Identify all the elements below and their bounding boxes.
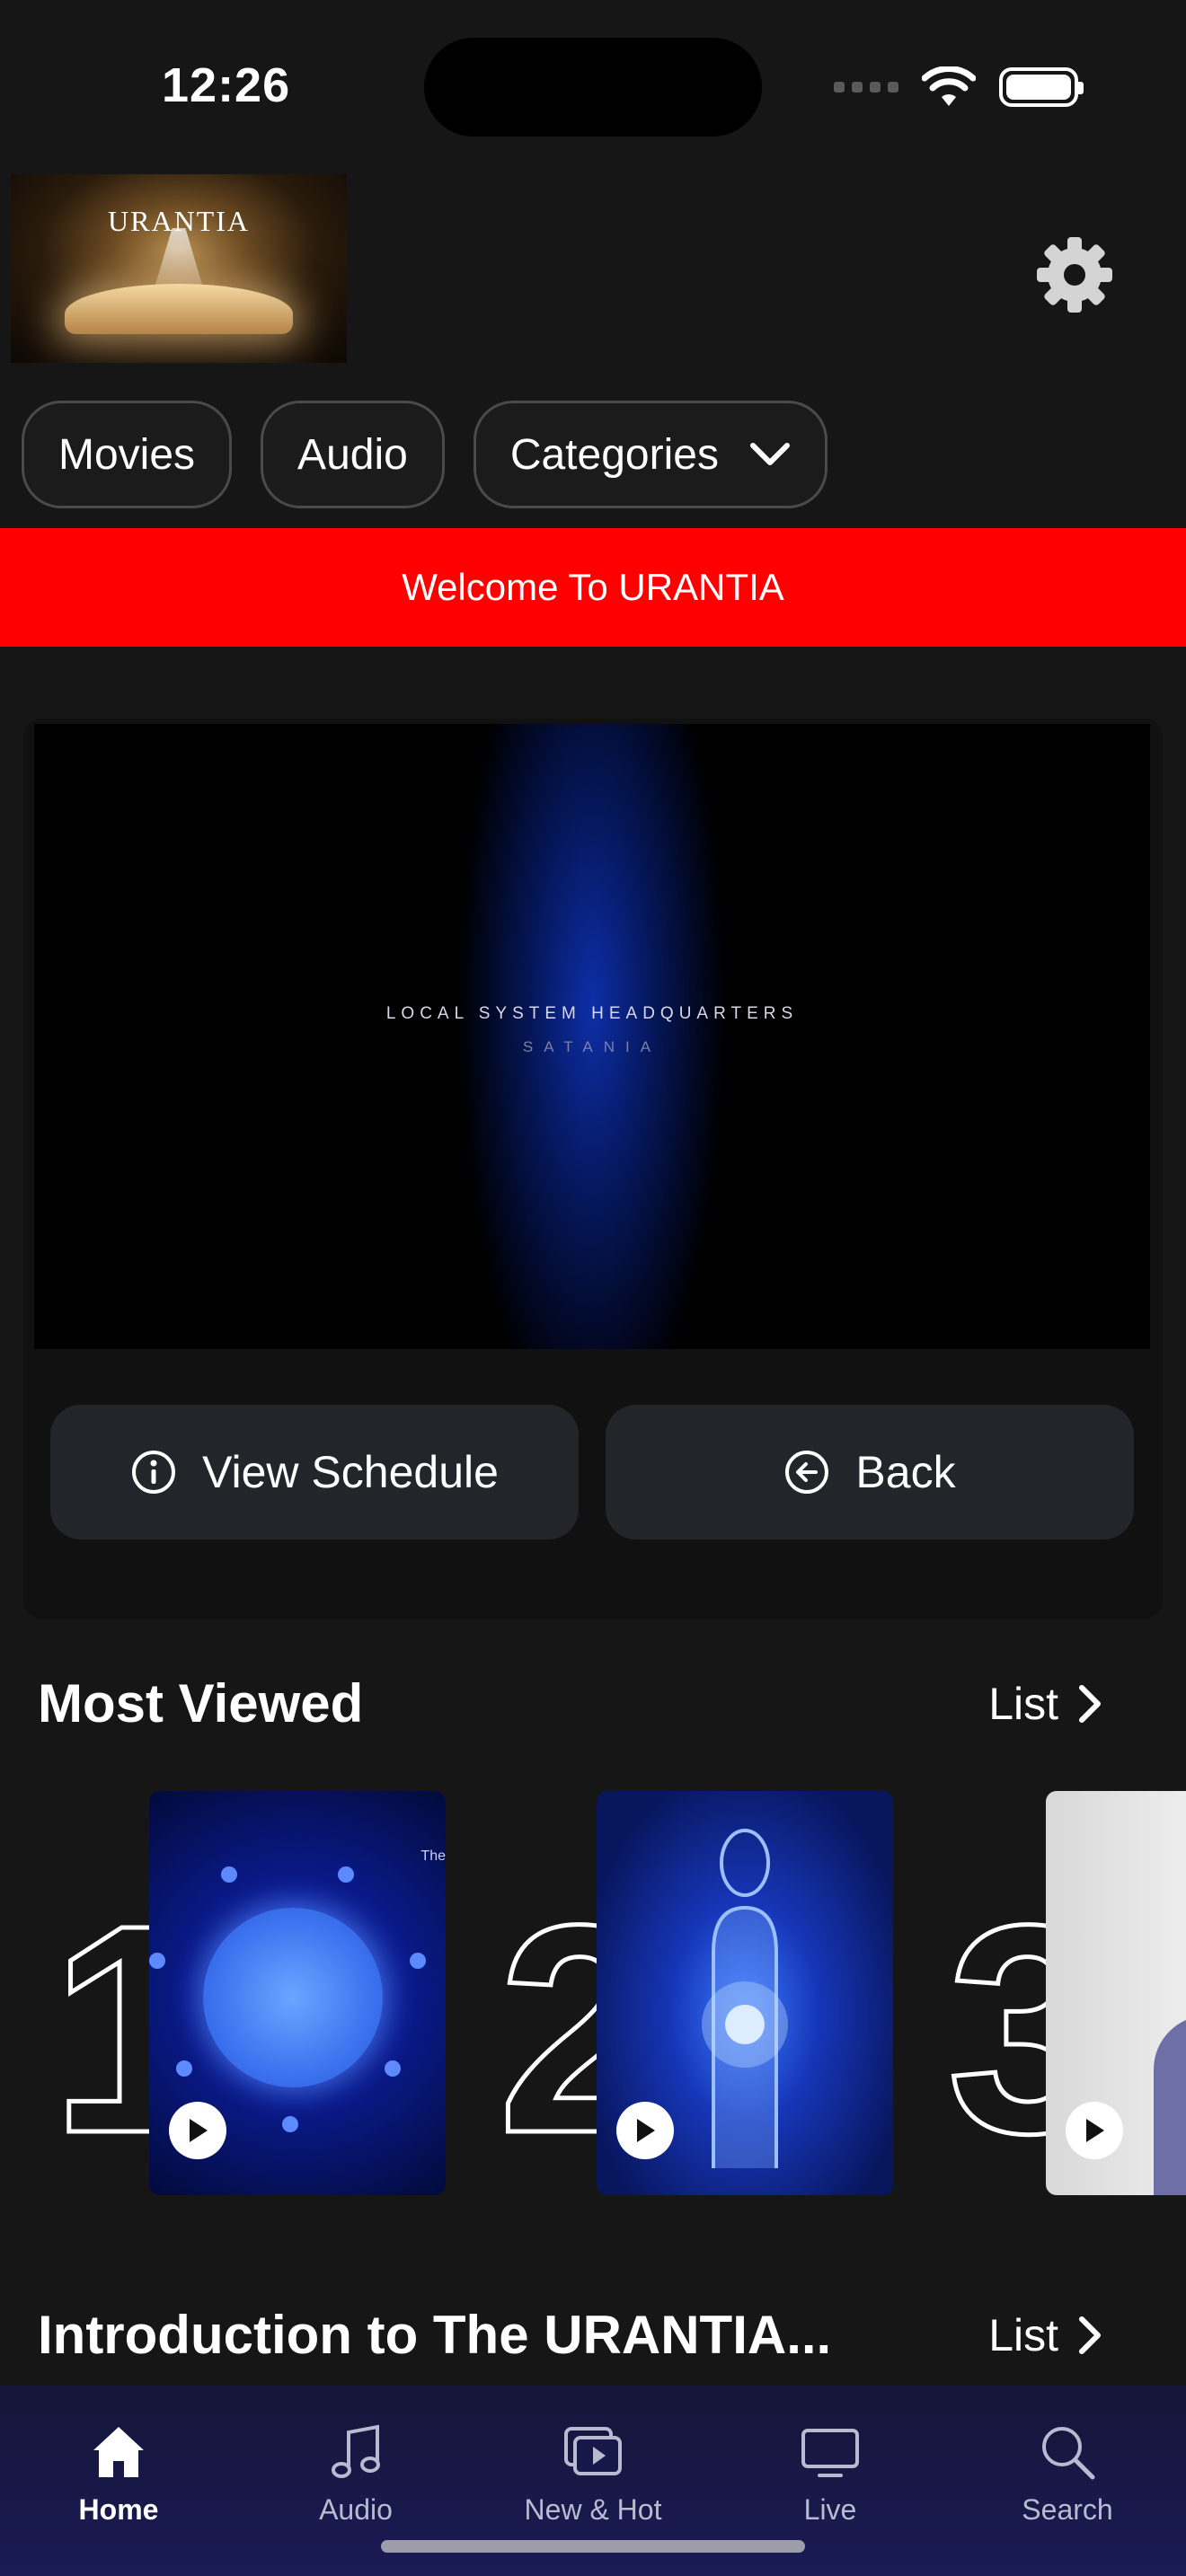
player-card: LOCAL SYSTEM HEADQUARTERS SATANIA View S… [23,719,1163,1619]
home-icon [93,2427,144,2477]
welcome-banner: Welcome To URANTIA [0,528,1186,647]
back-arrow-circle-icon [785,1451,829,1494]
home-indicator [381,2540,805,2553]
poster-thumbnail [1046,1791,1186,2195]
music-note-icon [332,2424,380,2478]
introduction-list-link[interactable]: List [988,2309,1102,2361]
orbit-dot [149,1953,165,1969]
poster-person-shape [1154,2016,1186,2195]
battery-icon [999,67,1084,107]
category-chips: Movies Audio Categories [22,401,828,508]
video-title: LOCAL SYSTEM HEADQUARTERS [385,1004,799,1023]
play-icon [190,2119,208,2142]
video-player[interactable]: LOCAL SYSTEM HEADQUARTERS SATANIA [34,724,1150,1349]
play-stack-icon [564,2427,622,2475]
wifi-icon [922,66,976,106]
tab-label: Home [78,2493,159,2526]
tab-label: Audio [319,2493,393,2526]
ranked-item[interactable]: 1 The [49,1791,446,2195]
gear-icon[interactable] [1035,235,1114,314]
orbit-dot [410,1953,426,1969]
most-viewed-list-link[interactable]: List [988,1678,1102,1730]
chip-label: Audio [297,430,408,479]
view-schedule-button[interactable]: View Schedule [50,1405,579,1539]
glowing-figure-graphic [702,1829,788,2168]
logo-book [65,284,293,334]
poster-thumbnail [597,1791,893,2195]
list-link-label: List [988,2310,1058,2360]
list-link-label: List [988,1679,1058,1729]
play-icon [637,2119,655,2142]
banner-text: Welcome To URANTIA [402,566,784,608]
tab-label: Search [1022,2493,1113,2526]
chip-audio[interactable]: Audio [261,401,445,508]
cellular-signal-icon [834,82,898,93]
tab-label: New & Hot [524,2493,662,2526]
flower-of-life-graphic [203,1908,383,2087]
section-title-most-viewed: Most Viewed [38,1673,364,1734]
play-icon [1086,2119,1104,2142]
most-viewed-row: 1 The 2 3 [0,1791,1186,2195]
status-icons [834,66,1084,108]
video-subtitle: SATANIA [522,1038,662,1055]
chevron-right-icon [1079,1685,1101,1723]
tab-label: Live [803,2493,857,2526]
chip-label: Movies [58,430,196,479]
dynamic-island [424,38,762,137]
tv-icon [801,2429,859,2477]
ranked-item[interactable]: 3 [945,1791,1186,2195]
ranked-item[interactable]: 2 [496,1791,893,2195]
chip-label: Categories [509,430,719,479]
logo-text: URANTIA [108,205,250,237]
poster-thumbnail: The [149,1791,446,2195]
orbit-dot [176,2060,192,2077]
poster-tag-text: The [420,1848,446,1864]
orbit-dot [282,2116,298,2132]
info-icon [132,1451,176,1494]
play-button[interactable] [169,2102,226,2159]
back-label: Back [855,1447,956,1497]
chip-movies[interactable]: Movies [22,401,233,508]
play-button[interactable] [1066,2102,1123,2159]
orbit-dot [221,1866,237,1883]
orbit-dot [385,2060,401,2077]
chevron-down-icon [749,443,790,465]
status-time: 12:26 [162,58,291,112]
chevron-right-icon [1079,2316,1101,2354]
tab-search[interactable]: Search [969,2420,1166,2576]
orbit-dot [338,1866,354,1883]
view-schedule-label: View Schedule [202,1447,499,1497]
back-button[interactable]: Back [606,1405,1134,1539]
section-title-introduction: Introduction to The URANTIA... [38,2305,832,2365]
app-logo[interactable]: URANTIA [11,174,347,363]
play-button[interactable] [616,2102,674,2159]
tab-home[interactable]: Home [20,2420,217,2576]
search-icon [1042,2427,1095,2480]
chip-categories-dropdown[interactable]: Categories [473,401,828,508]
